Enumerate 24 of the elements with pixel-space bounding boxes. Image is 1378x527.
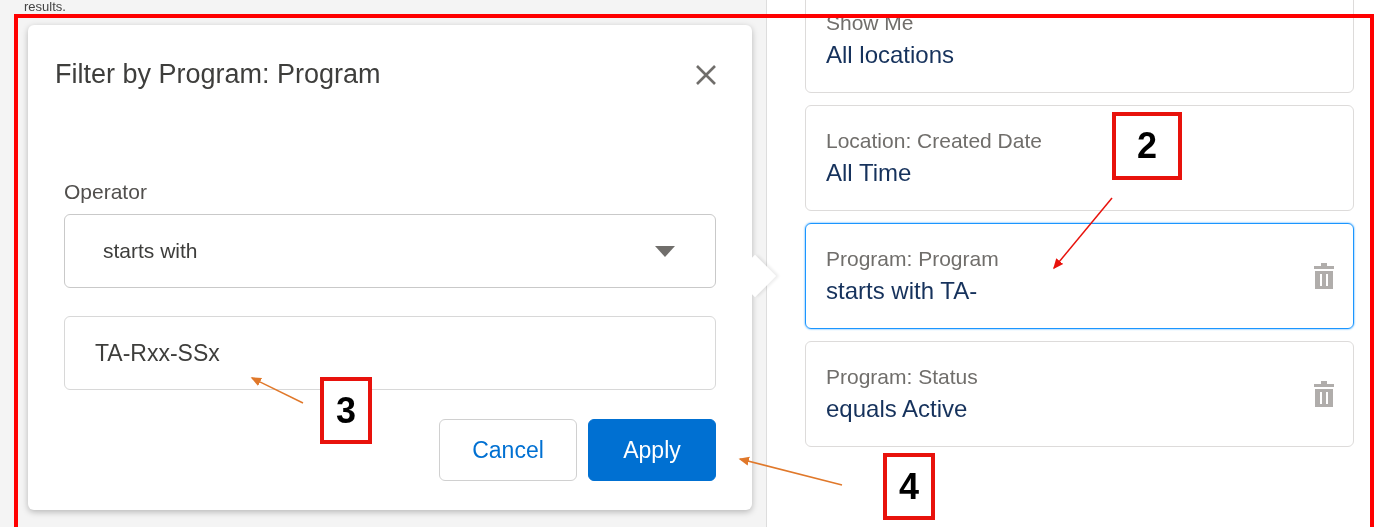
value-input-field[interactable]: TA-Rxx-SSx bbox=[64, 316, 716, 390]
filter-label: Program: Program bbox=[826, 247, 999, 271]
annotation-number: 3 bbox=[320, 377, 372, 444]
field-label: Operator bbox=[64, 180, 148, 204]
operator-select[interactable]: starts with bbox=[64, 214, 716, 288]
delete-icon[interactable] bbox=[1313, 262, 1335, 290]
cancel-button[interactable]: Cancel bbox=[439, 419, 577, 481]
caret-icon bbox=[655, 245, 675, 257]
filter-value: equals Active bbox=[826, 395, 969, 423]
filter-value: All locations bbox=[826, 41, 955, 69]
apply-button[interactable]: Apply bbox=[588, 419, 716, 481]
background-text: results. bbox=[24, 0, 66, 13]
annotation-number: 4 bbox=[883, 453, 935, 520]
filter-card[interactable]: Program: Program starts with TA- bbox=[805, 223, 1354, 329]
close-icon[interactable] bbox=[695, 63, 717, 86]
filter-card[interactable]: Program: Status equals Active bbox=[805, 341, 1354, 447]
filter-value: starts with TA- bbox=[826, 277, 979, 305]
delete-icon[interactable] bbox=[1313, 380, 1335, 408]
filter-label: Location: Created Date bbox=[826, 129, 1042, 153]
popover-title: Filter by Program: Program bbox=[55, 59, 381, 90]
annotation-arrow bbox=[250, 377, 304, 404]
filter-label: Program: Status bbox=[826, 365, 978, 389]
filter-value: All Time bbox=[826, 159, 913, 187]
annotation-number: 2 bbox=[1112, 112, 1182, 180]
